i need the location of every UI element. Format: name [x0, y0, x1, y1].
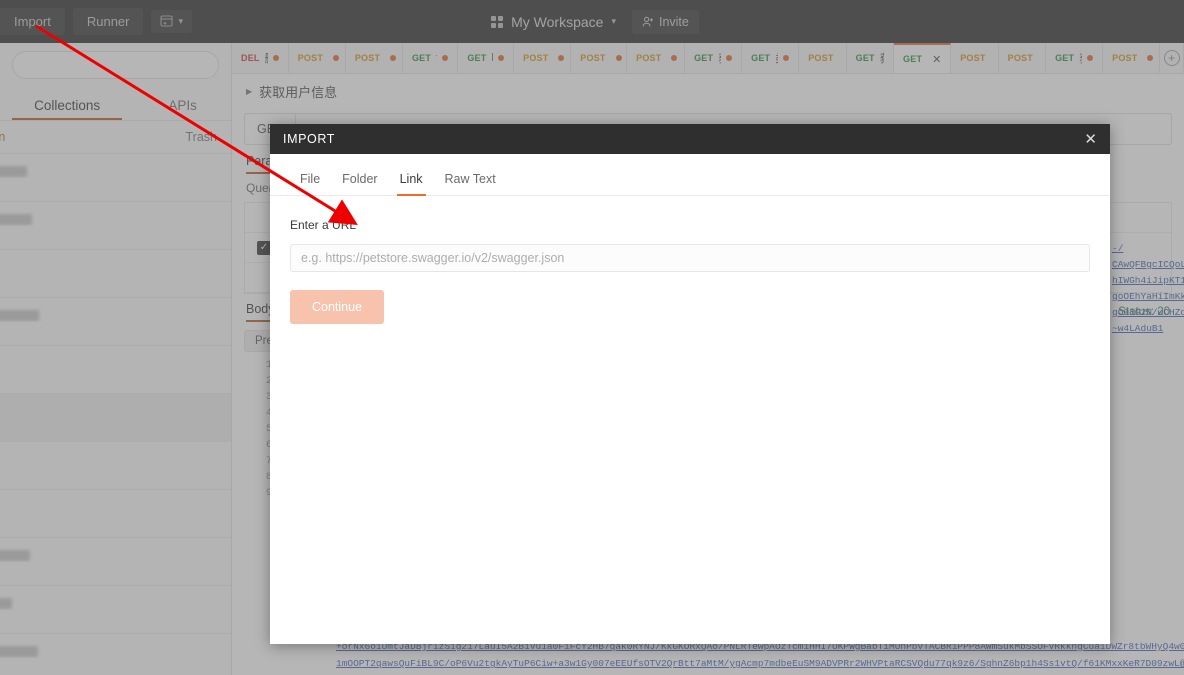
- close-icon[interactable]: ✕: [1084, 132, 1097, 147]
- import-modal: IMPORT ✕ File Folder Link Raw Text Enter…: [270, 124, 1110, 644]
- tab-file[interactable]: File: [300, 172, 320, 195]
- modal-title: IMPORT: [283, 132, 335, 146]
- import-url-input[interactable]: [290, 244, 1090, 272]
- tab-raw-text[interactable]: Raw Text: [445, 172, 496, 195]
- tab-link[interactable]: Link: [400, 172, 423, 195]
- import-tabs: File Folder Link Raw Text: [270, 154, 1110, 196]
- url-field-label: Enter a URL: [290, 218, 1090, 232]
- continue-button[interactable]: Continue: [290, 290, 384, 324]
- import-link-panel: Enter a URL Continue: [270, 196, 1110, 324]
- tab-folder[interactable]: Folder: [342, 172, 377, 195]
- app-root: Import Runner ▾ My Workspace ▾: [0, 0, 1184, 675]
- modal-titlebar: IMPORT ✕: [270, 124, 1110, 154]
